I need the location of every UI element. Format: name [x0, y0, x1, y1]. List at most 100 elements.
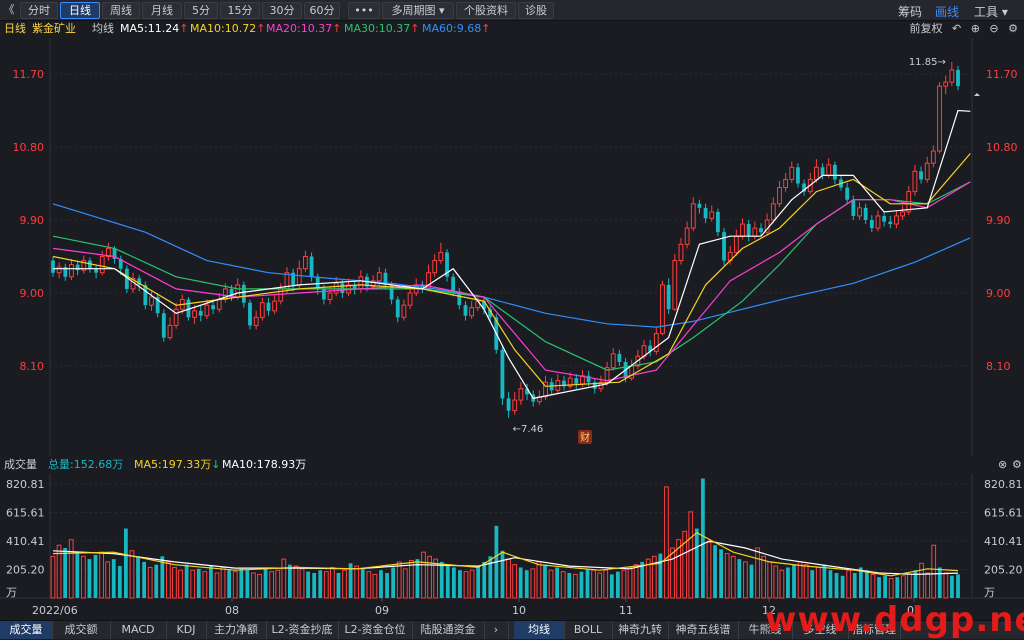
indicator-tab-12[interactable]: 神奇五线谱	[668, 621, 739, 639]
period-tab-1[interactable]: 日线	[60, 2, 100, 19]
candle	[832, 161, 837, 185]
price-tick-left: 10.80	[13, 141, 45, 154]
volume-bar-down	[937, 567, 942, 598]
candle	[653, 327, 659, 355]
indicator-tab-3[interactable]: KDJ	[166, 621, 207, 639]
candle-body-up	[930, 150, 936, 164]
zoom-in-icon[interactable]: ⊕	[971, 22, 980, 35]
legend-stock-name: 紫金矿业	[32, 22, 76, 35]
legend-ma60-value: MA60:9.68	[422, 22, 482, 35]
candle-body-up	[518, 388, 524, 401]
ma60-trend-arrow-icon: ↑	[481, 22, 491, 35]
vol-tick-left: 205.20	[6, 564, 45, 577]
candle	[173, 302, 179, 329]
indicator-tab-5[interactable]: L2-资金抄底	[266, 621, 339, 639]
candle	[81, 255, 87, 274]
candle	[802, 179, 806, 196]
volume-bar-up	[670, 547, 675, 599]
indicator-tab-8[interactable]: ›	[484, 621, 509, 639]
right-tab-1[interactable]: 画线	[935, 3, 959, 20]
indicator-tab-0[interactable]: 成交量	[0, 621, 53, 639]
candle	[888, 215, 893, 229]
candle-body-up	[709, 211, 715, 219]
period-tab-11[interactable]: 诊股	[518, 2, 554, 19]
legend-ma30: MA30:10.37↑	[344, 20, 419, 38]
period-tab-3[interactable]: 月线	[142, 2, 182, 19]
ma-legend: 日线 紫金矿业 均线 MA5:11.24↑ MA10:10.72↑ MA20:1…	[0, 20, 1024, 38]
candle	[407, 286, 413, 310]
candle-body-up	[610, 353, 616, 369]
right-tab-2[interactable]: 工具 ▾	[974, 3, 1008, 20]
volume-ma5-value: MA5:197.33万	[134, 458, 212, 471]
volume-bar-up	[815, 566, 821, 599]
candle-body-down	[248, 302, 252, 326]
volume-bar-up	[761, 555, 767, 599]
indicator-tab-7[interactable]: 陆股通资金	[412, 621, 485, 639]
volume-bar-up	[755, 547, 760, 599]
settings-icon[interactable]: ⚙	[1008, 22, 1018, 35]
candle-body-up	[303, 256, 308, 270]
volume-bar-down	[950, 575, 954, 598]
legend-ma-label[interactable]: 均线	[92, 20, 114, 38]
candle-body-down	[241, 284, 246, 303]
indicator-tab-4[interactable]: 主力净额	[206, 621, 267, 639]
volume-bar-up	[463, 571, 469, 599]
candle	[789, 161, 795, 183]
period-tab-7[interactable]: 60分	[304, 2, 340, 19]
indicator-tab-9[interactable]: 均线	[514, 621, 565, 639]
candle-body-up	[56, 266, 62, 274]
indicator-tab-6[interactable]: L2-资金仓位	[338, 621, 413, 639]
volume-bar-up	[80, 555, 86, 599]
candle-body-up	[358, 276, 364, 290]
period-tab-2[interactable]: 周线	[102, 2, 140, 19]
period-tab-4[interactable]: 5分	[184, 2, 218, 19]
volume-bar-down	[458, 570, 462, 598]
period-tab-8[interactable]: •••	[348, 2, 380, 19]
volume-chart[interactable]: 820.81 615.61 410.41 205.20 万 820.81 615.61 41…	[0, 474, 1024, 620]
ma30-trend-arrow-icon: ↑	[410, 22, 420, 35]
volume-bar-up	[900, 575, 906, 599]
volume-close-icon[interactable]: ⊗	[998, 456, 1007, 474]
back-icon[interactable]: 《	[2, 2, 16, 17]
candle-body-up	[678, 243, 684, 262]
indicator-tab-2[interactable]: MACD	[110, 621, 167, 639]
zoom-out-icon[interactable]: ⊖	[989, 22, 998, 35]
volume-bar-down	[524, 570, 529, 598]
undo-icon[interactable]: ↶	[952, 22, 961, 35]
indicator-tab-11[interactable]: 神奇九转	[612, 621, 669, 639]
volume-bar-up	[506, 558, 511, 599]
price-tick-left: 9.90	[20, 214, 45, 227]
volume-bar-down	[360, 568, 365, 598]
kline-chart[interactable]: 11.70 10.80 9.90 9.00 8.10 11.70 10.80 9.90 9.0…	[0, 38, 1024, 456]
candle	[500, 346, 505, 405]
volume-settings-icon[interactable]: ⚙	[1012, 456, 1022, 474]
volume-bar-up	[330, 566, 335, 599]
period-tab-10[interactable]: 个股资料	[456, 2, 516, 19]
volume-bar-up	[129, 550, 135, 599]
volume-bar-down	[543, 564, 547, 598]
candle-body-down	[666, 284, 671, 310]
candle-body-down	[919, 171, 923, 180]
period-tab-6[interactable]: 30分	[262, 2, 302, 19]
period-tab-5[interactable]: 15分	[220, 2, 260, 19]
candle	[919, 166, 923, 184]
volume-bar-up	[627, 566, 633, 599]
volume-bar-up	[803, 564, 809, 599]
candle-body-down	[51, 260, 55, 273]
indicator-tab-10[interactable]: BOLL	[564, 621, 613, 639]
right-tab-0[interactable]: 筹码	[898, 3, 922, 20]
indicator-tab-1[interactable]: 成交额	[52, 621, 111, 639]
volume-bar-down	[694, 528, 699, 598]
period-tab-0[interactable]: 分时	[20, 2, 58, 19]
candle	[438, 242, 444, 264]
period-tab-9[interactable]: 多周期图 ▾	[382, 2, 454, 19]
candle	[469, 301, 475, 319]
volume-bar-up	[536, 561, 542, 599]
top-toolbar: 《分时 日线 周线 月线 5分 15分 30分 60分 ••• 多周期图 ▾ 个股资料 诊股 筹码 画线工…	[0, 0, 1024, 21]
last-price-pointer-icon	[974, 93, 980, 96]
volume-bar-down	[476, 566, 481, 598]
adjust-toggle[interactable]: 前复权	[909, 22, 942, 35]
volume-bar-up	[214, 572, 220, 599]
candle-body-down	[845, 187, 850, 200]
volume-bar-up	[202, 571, 208, 599]
